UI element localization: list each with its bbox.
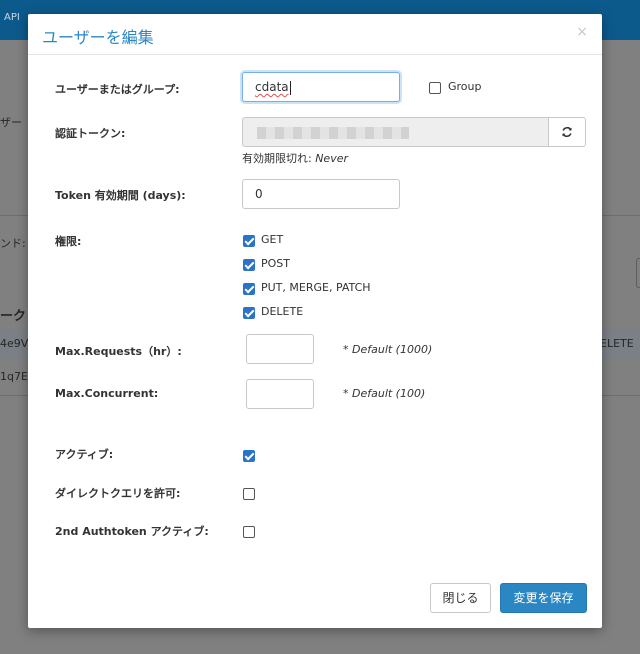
token-period-label: Token 有効期間 (days):	[55, 189, 186, 202]
group-checkbox[interactable]	[429, 82, 441, 94]
regenerate-token-button[interactable]	[548, 117, 586, 147]
background-command-label: ンド:	[0, 237, 26, 250]
background-token-heading: ーク	[0, 309, 27, 324]
close-icon[interactable]: ×	[576, 24, 588, 40]
max-concurrent-label: Max.Concurrent:	[55, 387, 159, 400]
auth-token-masked-value	[257, 127, 409, 139]
modal-header: ユーザーを編集 ×	[28, 14, 602, 54]
modal-header-divider	[28, 54, 602, 55]
max-requests-label: Max.Requests（hr）:	[55, 345, 182, 358]
background-row-permission: ELETE	[600, 337, 634, 350]
auth-token-label: 認証トークン:	[55, 127, 126, 140]
permission-post-label: POST	[261, 257, 290, 270]
permission-put-merge-patch-label: PUT, MERGE, PATCH	[261, 281, 371, 294]
background-control	[636, 258, 640, 288]
second-authtoken-active-label: 2nd Authtoken アクティブ:	[55, 525, 209, 538]
active-label: アクティブ:	[55, 448, 114, 461]
background-row-id: 4e9V	[0, 337, 29, 350]
token-expiry-value: Never	[315, 152, 348, 165]
max-requests-hint: * Default (1000)	[343, 343, 433, 356]
allow-direct-query-checkbox[interactable]	[243, 488, 255, 500]
permissions-label: 権限:	[55, 235, 82, 248]
token-period-input[interactable]: 0	[242, 179, 400, 209]
active-checkbox[interactable]	[243, 450, 255, 462]
background-user-label: ザー	[0, 116, 22, 129]
token-expiry-prefix: 有効期限切れ:	[242, 152, 316, 165]
user-or-group-input[interactable]: cdata	[242, 72, 400, 102]
background-row-id: 1q7E	[0, 370, 28, 383]
permission-delete-label: DELETE	[261, 305, 304, 318]
permission-delete-checkbox[interactable]	[243, 307, 255, 319]
user-or-group-label: ユーザーまたはグループ:	[55, 83, 180, 96]
app-header-label: API	[4, 12, 20, 23]
permission-put-merge-patch-checkbox[interactable]	[243, 283, 255, 295]
group-checkbox-label: Group	[448, 80, 482, 93]
max-concurrent-input[interactable]	[246, 379, 314, 409]
max-concurrent-hint: * Default (100)	[343, 387, 426, 400]
close-button[interactable]: 閉じる	[430, 583, 491, 613]
save-changes-button[interactable]: 変更を保存	[500, 583, 587, 613]
token-expiry-text: 有効期限切れ: Never	[242, 150, 348, 166]
second-authtoken-active-checkbox[interactable]	[243, 526, 255, 538]
permission-get-label: GET	[261, 233, 284, 246]
token-period-value: 0	[255, 187, 263, 201]
text-caret	[289, 80, 291, 95]
edit-user-modal: ユーザーを編集 × ユーザーまたはグループ: cdata Group 認証トーク…	[28, 14, 602, 628]
refresh-icon	[562, 126, 572, 138]
auth-token-field[interactable]	[242, 117, 548, 147]
permission-get-checkbox[interactable]	[243, 235, 255, 247]
user-or-group-value: cdata	[255, 80, 289, 94]
permission-post-checkbox[interactable]	[243, 259, 255, 271]
allow-direct-query-label: ダイレクトクエリを許可:	[55, 487, 181, 500]
modal-title: ユーザーを編集	[42, 28, 154, 47]
max-requests-input[interactable]	[246, 334, 314, 364]
